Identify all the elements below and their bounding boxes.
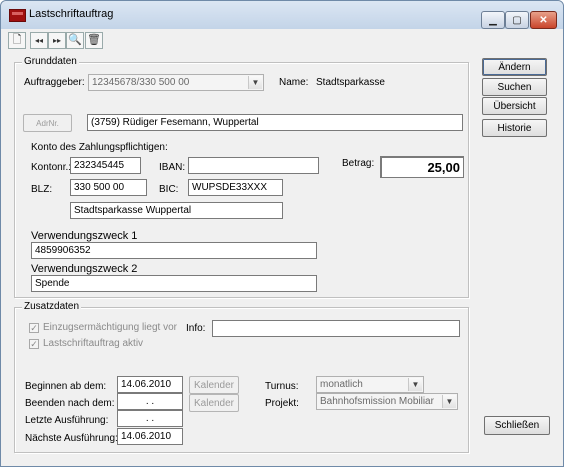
naechste-ausfuehrung-field[interactable]: 14.06.2010 — [117, 428, 183, 445]
aktiv-label: Lastschriftauftrag aktiv — [43, 338, 144, 349]
beginn-label: Beginnen ab dem: — [25, 381, 107, 392]
aktiv-checkbox[interactable]: ✓ — [29, 339, 39, 349]
betrag-label: Betrag: — [342, 158, 375, 169]
zusatzdaten-legend: Zusatzdaten — [22, 301, 82, 312]
maximize-button[interactable]: ▢ — [505, 11, 529, 29]
verwendungszweck1-field[interactable]: 4859906352 — [31, 242, 317, 259]
ende-kalender-button[interactable]: Kalender — [189, 394, 239, 412]
title-bar[interactable]: Lastschriftauftrag ▁ ▢ ✕ — [1, 1, 563, 29]
iban-field[interactable] — [188, 157, 319, 174]
suchen-button[interactable]: Suchen — [482, 78, 547, 96]
projekt-label: Projekt: — [265, 398, 299, 409]
bank-name-field[interactable]: Stadtsparkasse Wuppertal — [70, 202, 283, 219]
window-title: Lastschriftauftrag — [29, 8, 114, 20]
projekt-select[interactable]: Bahnhofsmission Mobiliar ▼ — [316, 393, 458, 410]
name-value: Stadtsparkasse — [316, 77, 385, 88]
verwendungszweck2-label: Verwendungszweck 2 — [31, 263, 138, 275]
info-field[interactable] — [212, 320, 460, 337]
checkmark-icon: ✓ — [30, 339, 38, 349]
beginn-kalender-button[interactable]: Kalender — [189, 376, 239, 394]
ende-label: Beenden nach dem: — [25, 398, 115, 409]
einzug-label: Einzugsermächtigung liegt vor — [43, 322, 177, 333]
grunddaten-legend: Grunddaten — [22, 56, 79, 67]
window: Lastschriftauftrag ▁ ▢ ✕ 🗋 ◂◂ ▸▸ 🔍 🗑 Gru… — [0, 0, 564, 467]
search-button[interactable]: 🔍 — [66, 32, 84, 49]
toolbar: 🗋 ◂◂ ▸▸ 🔍 🗑 — [8, 32, 103, 50]
first-record-button[interactable]: ◂◂ — [30, 32, 48, 49]
info-label: Info: — [186, 323, 206, 334]
blz-label: BLZ: — [31, 184, 53, 195]
chevron-down-icon[interactable]: ▼ — [408, 378, 422, 391]
app-icon — [9, 9, 26, 22]
first-record-icon: ◂◂ — [34, 35, 44, 45]
uebersicht-button[interactable]: Übersicht — [482, 97, 547, 115]
iban-label: IBAN: — [159, 162, 186, 173]
einzug-checkbox[interactable]: ✓ — [29, 323, 39, 333]
schliessen-button[interactable]: Schließen — [484, 416, 550, 435]
auftraggeber-value: 12345678/330 500 00 — [92, 77, 190, 88]
verwendungszweck1-label: Verwendungszweck 1 — [31, 230, 138, 242]
checkmark-icon: ✓ — [30, 323, 38, 333]
chevron-down-icon[interactable]: ▼ — [442, 395, 456, 408]
turnus-value: monatlich — [320, 379, 363, 390]
search-icon: 🔍 — [68, 34, 82, 46]
auftraggeber-select[interactable]: 12345678/330 500 00 ▼ — [88, 74, 264, 91]
kontonr-label: Kontonr.: — [31, 162, 72, 173]
konto-heading: Konto des Zahlungspflichtigen: — [31, 142, 168, 153]
projekt-value: Bahnhofsmission Mobiliar — [320, 396, 434, 407]
historie-button[interactable]: Historie — [482, 119, 547, 137]
letzte-ausfuehrung-label: Letzte Ausführung: — [25, 415, 109, 426]
auftraggeber-label: Auftraggeber: — [24, 77, 85, 88]
bic-field[interactable]: WUPSDE33XXX — [188, 179, 283, 196]
beginn-date-field[interactable]: 14.06.2010 — [117, 376, 183, 393]
minimize-button[interactable]: ▁ — [481, 11, 505, 29]
verwendungszweck2-field[interactable]: Spende — [31, 275, 317, 292]
adrnr-button[interactable]: AdrNr. — [23, 114, 72, 132]
kontonr-field[interactable]: 232345445 — [70, 157, 141, 174]
new-document-icon: 🗋 — [12, 34, 22, 46]
blz-field[interactable]: 330 500 00 — [70, 179, 147, 196]
last-record-button[interactable]: ▸▸ — [48, 32, 66, 49]
delete-button[interactable]: 🗑 — [85, 32, 103, 49]
delete-trash-icon: 🗑 — [87, 34, 101, 46]
address-field[interactable]: (3759) Rüdiger Fesemann, Wuppertal — [87, 114, 463, 131]
last-record-icon: ▸▸ — [52, 35, 62, 45]
name-label: Name: — [279, 77, 309, 88]
close-icon: ✕ — [539, 14, 548, 26]
betrag-field[interactable]: 25,00 — [380, 156, 464, 178]
turnus-label: Turnus: — [265, 381, 299, 392]
minimize-icon: ▁ — [489, 14, 497, 26]
aendern-button[interactable]: Ändern — [482, 58, 547, 76]
maximize-icon: ▢ — [512, 14, 522, 26]
close-button[interactable]: ✕ — [530, 11, 557, 29]
letzte-ausfuehrung-field[interactable]: . . — [117, 410, 183, 427]
bic-label: BIC: — [159, 184, 179, 195]
naechste-ausfuehrung-label: Nächste Ausführung: — [25, 433, 118, 444]
ende-date-field[interactable]: . . — [117, 393, 183, 410]
chevron-down-icon[interactable]: ▼ — [248, 76, 262, 89]
turnus-select[interactable]: monatlich ▼ — [316, 376, 424, 393]
new-record-button[interactable]: 🗋 — [8, 32, 26, 49]
